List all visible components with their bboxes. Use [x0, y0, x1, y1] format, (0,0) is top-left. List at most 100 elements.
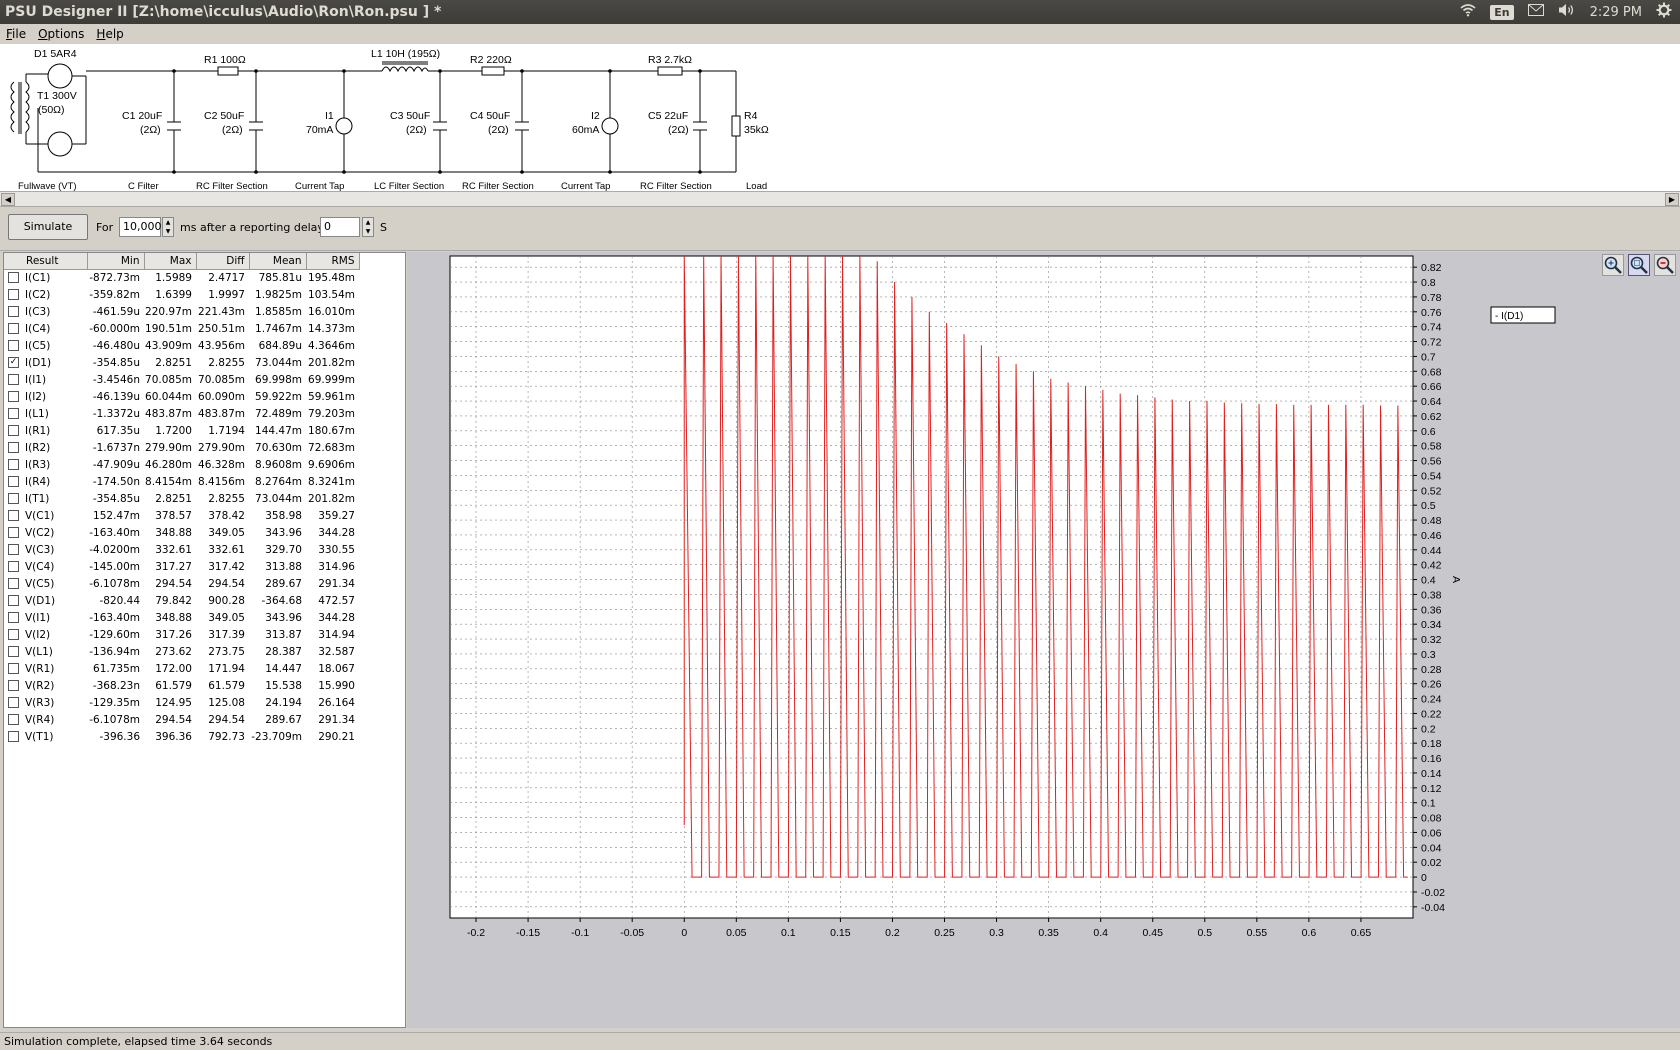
- result-checkbox[interactable]: [8, 714, 19, 725]
- results-table[interactable]: Result Min Max Diff Mean RMS I(C1) -872.7…: [3, 252, 406, 1028]
- table-row[interactable]: I(T1) -354.85u 2.8251 2.8255 73.044m 201.82m: [4, 490, 359, 507]
- result-checkbox[interactable]: [8, 374, 19, 385]
- result-checkbox[interactable]: [8, 663, 19, 674]
- label-c1[interactable]: C1 20uF: [122, 110, 162, 122]
- result-checkbox[interactable]: [8, 425, 19, 436]
- table-row[interactable]: V(R4) -6.1078m 294.54 294.54 289.67 291.34: [4, 711, 359, 728]
- simulate-button[interactable]: Simulate: [8, 214, 88, 240]
- result-checkbox[interactable]: [8, 612, 19, 623]
- table-row[interactable]: V(R2) -368.23n 61.579 61.579 15.538 15.990: [4, 677, 359, 694]
- table-row[interactable]: V(I2) -129.60m 317.26 317.39 313.87 314.94: [4, 626, 359, 643]
- table-row[interactable]: V(C4) -145.00m 317.27 317.42 313.88 314.96: [4, 558, 359, 575]
- table-row[interactable]: I(R2) -1.6737n 279.90m 279.90m 70.630m 72.683…: [4, 439, 359, 456]
- result-checkbox[interactable]: [8, 340, 19, 351]
- wifi-icon[interactable]: [1460, 3, 1476, 21]
- result-checkbox[interactable]: [8, 408, 19, 419]
- table-row[interactable]: I(C5) -46.480u 43.909m 43.956m 684.89u 4.3646…: [4, 337, 359, 354]
- result-checkbox[interactable]: [8, 289, 19, 300]
- table-row[interactable]: I(C4) -60.000m 190.51m 250.51m 1.7467m 14.373…: [4, 320, 359, 337]
- col-result[interactable]: Result: [4, 253, 88, 270]
- label-c3[interactable]: C3 50uF: [390, 110, 430, 122]
- label-r1[interactable]: R1 100Ω: [204, 54, 246, 66]
- label-d1[interactable]: D1 5AR4: [34, 48, 77, 60]
- result-checkbox[interactable]: [8, 578, 19, 589]
- result-checkbox[interactable]: [8, 527, 19, 538]
- table-row[interactable]: I(C2) -359.82m 1.6399 1.9997 1.9825m 103.54m: [4, 286, 359, 303]
- table-row[interactable]: I(R1) 617.35u 1.7200 1.7194 144.47m 180.67m: [4, 422, 359, 439]
- table-row[interactable]: I(I2) -46.139u 60.044m 60.090m 59.922m 59.961…: [4, 388, 359, 405]
- result-checkbox[interactable]: [8, 459, 19, 470]
- plot-area[interactable]: [449, 255, 1414, 919]
- waveform-plot[interactable]: -0.2 -0.15 -0.1 -0.05 0 0.05 0.1 0.15 0.2 0.25 0.3…: [407, 252, 1680, 1028]
- table-row[interactable]: V(D1) -820.44 79.842 900.28 -364.68 472.57: [4, 592, 359, 609]
- schematic-canvas[interactable]: D1 5AR4 T1 300V (50Ω) R1 100Ω C1 20uF (2…: [0, 44, 1680, 192]
- zoom-window-icon[interactable]: [1628, 254, 1650, 276]
- label-r2[interactable]: R2 220Ω: [470, 54, 512, 66]
- label-t1[interactable]: T1 300V: [37, 90, 77, 102]
- clock[interactable]: 2:29 PM: [1590, 5, 1642, 20]
- col-mean[interactable]: Mean: [249, 253, 307, 270]
- table-row[interactable]: I(C3) -461.59u 220.97m 221.43m 1.8585m 16.010…: [4, 303, 359, 320]
- result-checkbox[interactable]: [8, 323, 19, 334]
- table-row[interactable]: V(I1) -163.40m 348.88 349.05 343.96 344.28: [4, 609, 359, 626]
- label-c4[interactable]: C4 50uF: [470, 110, 510, 122]
- volume-icon[interactable]: [1558, 3, 1576, 21]
- result-checkbox[interactable]: [8, 493, 19, 504]
- zoom-out-icon[interactable]: [1654, 254, 1676, 276]
- table-row[interactable]: V(C3) -4.0200m 332.61 332.61 329.70 330.55: [4, 541, 359, 558]
- table-row[interactable]: V(C1) 152.47m 378.57 378.42 358.98 359.27: [4, 507, 359, 524]
- zoom-in-icon[interactable]: [1602, 254, 1624, 276]
- result-checkbox[interactable]: [8, 391, 19, 402]
- table-row[interactable]: V(C5) -6.1078m 294.54 294.54 289.67 291.34: [4, 575, 359, 592]
- col-max[interactable]: Max: [144, 253, 197, 270]
- result-checkbox[interactable]: [8, 731, 19, 742]
- result-checkbox[interactable]: [8, 272, 19, 284]
- delay-input[interactable]: 0: [320, 217, 360, 237]
- keyboard-language[interactable]: En: [1490, 4, 1514, 20]
- scroll-left-icon[interactable]: ◀: [1, 193, 15, 206]
- result-checkbox[interactable]: [8, 476, 19, 487]
- col-min[interactable]: Min: [87, 253, 145, 270]
- table-row[interactable]: I(R4) -174.50n 8.4154m 8.4156m 8.2764m 8.3241…: [4, 473, 359, 490]
- table-row[interactable]: V(L1) -136.94m 273.62 273.75 28.387 32.587: [4, 643, 359, 660]
- label-i1[interactable]: I1: [325, 110, 334, 122]
- scroll-right-icon[interactable]: ▶: [1665, 193, 1679, 206]
- table-row[interactable]: I(L1) -1.3372u 483.87m 483.87m 72.489m 79.203…: [4, 405, 359, 422]
- label-c5[interactable]: C5 22uF: [648, 110, 688, 122]
- result-checkbox[interactable]: [8, 306, 19, 317]
- duration-stepper-icon[interactable]: ▲ ▼: [162, 217, 174, 237]
- result-checkbox[interactable]: [8, 697, 19, 708]
- table-row[interactable]: I(R3) -47.909u 46.280m 46.328m 8.9608m 9.6906…: [4, 456, 359, 473]
- table-row[interactable]: ✓ I(D1) -354.85u 2.8251 2.8255 73.044m 201.82m: [4, 354, 359, 371]
- duration-input[interactable]: 10,000: [119, 217, 162, 237]
- table-row[interactable]: V(R3) -129.35m 124.95 125.08 24.194 26.164: [4, 694, 359, 711]
- label-c2[interactable]: C2 50uF: [204, 110, 244, 122]
- label-r3[interactable]: R3 2.7kΩ: [648, 54, 692, 66]
- result-checkbox[interactable]: [8, 629, 19, 640]
- table-row[interactable]: V(C2) -163.40m 348.88 349.05 343.96 344.28: [4, 524, 359, 541]
- menu-file[interactable]: File: [0, 27, 32, 41]
- label-i2[interactable]: I2: [591, 110, 600, 122]
- result-checkbox[interactable]: ✓: [8, 357, 19, 368]
- result-checkbox[interactable]: [8, 646, 19, 657]
- menu-options[interactable]: Options: [32, 27, 90, 41]
- col-diff[interactable]: Diff: [196, 253, 250, 270]
- result-checkbox[interactable]: [8, 680, 19, 691]
- schematic-scrollbar[interactable]: ◀ ▶: [0, 191, 1680, 207]
- table-row[interactable]: I(C1) -872.73m 1.5989 2.4717 785.81u 195.48m: [4, 269, 359, 286]
- label-r4[interactable]: R4: [744, 110, 758, 122]
- result-checkbox[interactable]: [8, 544, 19, 555]
- result-checkbox[interactable]: [8, 561, 19, 572]
- result-checkbox[interactable]: [8, 595, 19, 606]
- label-l1[interactable]: L1 10H (195Ω): [371, 48, 440, 60]
- gear-icon[interactable]: [1656, 2, 1672, 22]
- menu-help[interactable]: Help: [90, 27, 129, 41]
- table-row[interactable]: V(T1) -396.36 396.36 792.73 -23.709m 290.21: [4, 728, 359, 745]
- result-checkbox[interactable]: [8, 510, 19, 521]
- plot-pane[interactable]: -0.2 -0.15 -0.1 -0.05 0 0.05 0.1 0.15 0.2 0.25 0.3…: [407, 252, 1680, 1028]
- result-checkbox[interactable]: [8, 442, 19, 453]
- table-row[interactable]: I(I1) -3.4546n 70.085m 70.085m 69.998m 69.999…: [4, 371, 359, 388]
- mail-icon[interactable]: [1527, 4, 1544, 20]
- col-rms[interactable]: RMS: [306, 253, 360, 270]
- delay-stepper-icon[interactable]: ▲ ▼: [362, 217, 374, 237]
